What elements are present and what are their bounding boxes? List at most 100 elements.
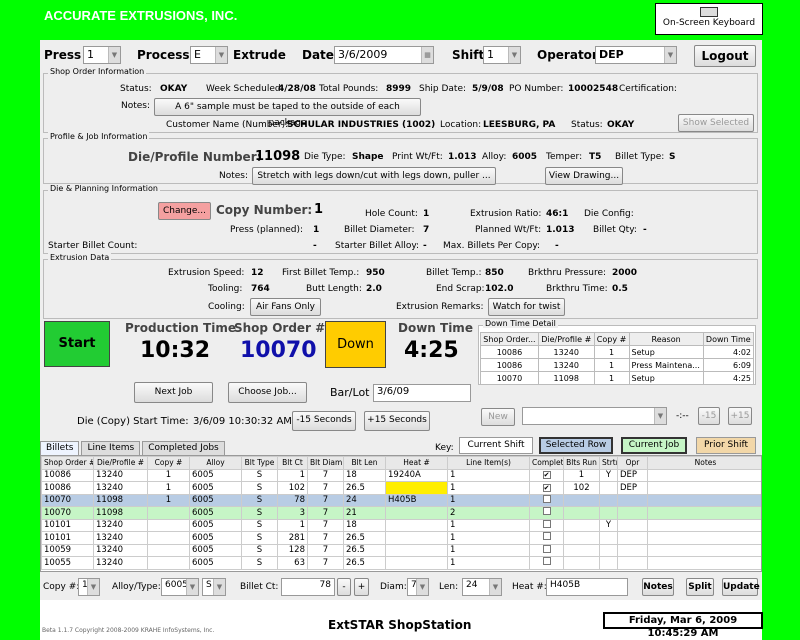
downtime-cell: 10070 [480,371,539,385]
barlot-field[interactable]: 3/6/09 [373,384,471,402]
cooling-label: Cooling: [208,302,245,312]
cooling-button[interactable]: Air Fans Only [250,298,321,316]
section-legend: Profile & Job Information [48,132,150,141]
process-select[interactable]: E ▼ [190,46,228,64]
downtime-header[interactable]: Die/Profile # [537,332,595,346]
downtime-cell: 1 [593,371,630,385]
change-button[interactable]: Change... [158,202,211,220]
grid-header[interactable]: Shop Order # [41,456,94,470]
grid-header[interactable]: Blt Diam [307,456,344,470]
grid-header[interactable]: Notes [647,456,761,470]
view-drawing-button[interactable]: View Drawing... [545,167,623,185]
downtime-row[interactable]: 10086 13240 1 Press Maintena... 6:09 [480,358,755,372]
table-row[interactable]: 10101 13240 6005 S 1 7 18 1 Y [41,518,761,532]
grid-header[interactable]: Blt Type [241,456,278,470]
billet-qty-value: - [643,225,647,235]
table-row[interactable]: 10086 13240 1 6005 S 102 7 26.5 1 ✔ 102 DEP [41,481,761,495]
table-row[interactable]: 10086 13240 1 6005 S 1 7 18 19240A 1 ✔ 1 Y DEP [41,468,761,482]
downtime-row[interactable]: 10086 13240 1 Setup 4:02 [480,345,755,359]
on-screen-keyboard-button[interactable]: On-Screen Keyboard [655,3,763,35]
new-downtime-button[interactable]: New [481,408,515,426]
date-field[interactable]: 3/6/2009 ▦ [334,46,434,64]
downtime-header[interactable]: Copy # [593,332,630,346]
tab-billets[interactable]: Billets [40,441,80,456]
len-select[interactable]: 24 ▼ [462,578,502,596]
complete-checkbox[interactable] [542,507,551,516]
downtime-minus-15-button[interactable]: -15 [698,407,720,425]
grid-header[interactable]: Opr [617,456,648,470]
grid-header[interactable]: Blt Len [343,456,386,470]
tab-line-items[interactable]: Line Items [81,441,141,456]
profile-notes-button[interactable]: Stretch with legs down/cut with legs dow… [252,167,496,185]
grid-cell: 6005 [189,506,242,520]
billet-ct-field[interactable]: 78 [281,578,335,596]
choose-job-button[interactable]: Choose Job... [228,382,307,403]
alloy-select[interactable]: 6005 ▼ [161,578,199,596]
grid-cell: 281 [277,531,308,545]
start-button[interactable]: Start [44,321,110,367]
table-row[interactable]: 10059 13240 6005 S 128 7 26.5 1 [41,543,761,557]
diam-select[interactable]: 7 ▼ [407,578,429,596]
grid-cell [647,531,761,545]
grid-cell: 7 [307,481,344,495]
downtime-cell: 13240 [537,358,595,372]
grid-header[interactable]: Complete [529,456,564,470]
remarks-button[interactable]: Watch for twist [488,298,565,316]
chevron-down-icon: ▼ [416,579,428,595]
shop-order-notes-button[interactable]: A 6" sample must be taped to the outside… [154,98,421,128]
grid-header[interactable]: Line Item(s) [447,456,530,470]
plus-15-seconds-button[interactable]: +15 Seconds [364,411,430,431]
downtime-reason-select[interactable]: ▼ [522,407,667,425]
complete-checkbox[interactable] [542,557,551,566]
table-row[interactable]: 10070 11098 6005 S 3 7 21 2 [41,506,761,520]
operator-select[interactable]: DEP ▼ [595,46,677,64]
calendar-icon[interactable]: ▦ [421,47,433,63]
complete-checkbox[interactable] [542,519,551,528]
downtime-plus-15-button[interactable]: +15 [728,407,752,425]
location-value: LEESBURG, PA [483,120,556,130]
table-row[interactable]: 10101 13240 6005 S 281 7 26.5 1 [41,531,761,545]
copy-select[interactable]: 1 ▼ [78,578,100,596]
table-row[interactable]: 10070 11098 1 6005 S 78 7 24 H405B 1 [41,493,761,507]
minus-15-seconds-button[interactable]: -15 Seconds [292,411,356,431]
notes-button[interactable]: Notes [642,578,674,596]
downtime-header[interactable]: Reason [628,332,704,346]
grid-header[interactable]: Strtr [599,456,618,470]
heat-field[interactable]: H405B [546,578,628,596]
split-button[interactable]: Split [686,578,714,596]
complete-checkbox[interactable] [542,532,551,541]
grid-cell: 1 [277,468,308,482]
logout-button[interactable]: Logout [694,45,756,67]
downtime-header[interactable]: Shop Order... [480,332,539,346]
grid-header[interactable]: Copy # [147,456,190,470]
downtime-row[interactable]: 10070 11098 1 Setup 4:25 [480,371,755,385]
complete-checkbox[interactable]: ✔ [542,483,551,492]
billet-ct-plus-button[interactable]: + [354,578,369,596]
complete-checkbox[interactable] [542,494,551,503]
down-button[interactable]: Down [325,321,386,368]
grid-header[interactable]: Blts Run [563,456,600,470]
press-select[interactable]: 1 ▼ [83,46,121,64]
complete-checkbox-cell [529,506,564,520]
chevron-down-icon: ▼ [215,47,227,63]
starter-count-label: Starter Billet Count: [48,241,138,251]
downtime-header[interactable]: Down Time [702,332,755,346]
update-button[interactable]: Update [722,578,760,596]
end-scrap-label: End Scrap: [436,284,485,294]
type-select[interactable]: S ▼ [202,578,226,596]
hole-label: Hole Count: [365,209,418,219]
complete-checkbox[interactable] [542,544,551,553]
complete-checkbox-cell [529,518,564,532]
grid-header[interactable]: Alloy [189,456,242,470]
grid-header[interactable]: Die/Profile # [93,456,148,470]
next-job-button[interactable]: Next Job [134,382,213,403]
grid-cell [599,481,618,495]
grid-header[interactable]: Heat # [385,456,448,470]
complete-checkbox[interactable]: ✔ [542,471,551,480]
billet-ct-minus-button[interactable]: - [337,578,351,596]
grid-header[interactable]: Blt Ct [277,456,308,470]
shift-select[interactable]: 1 ▼ [483,46,521,64]
show-selected-button[interactable]: Show Selected [678,114,754,132]
tab-completed-jobs[interactable]: Completed Jobs [142,441,225,456]
table-row[interactable]: 10055 13240 6005 S 63 7 26.5 1 [41,556,761,570]
